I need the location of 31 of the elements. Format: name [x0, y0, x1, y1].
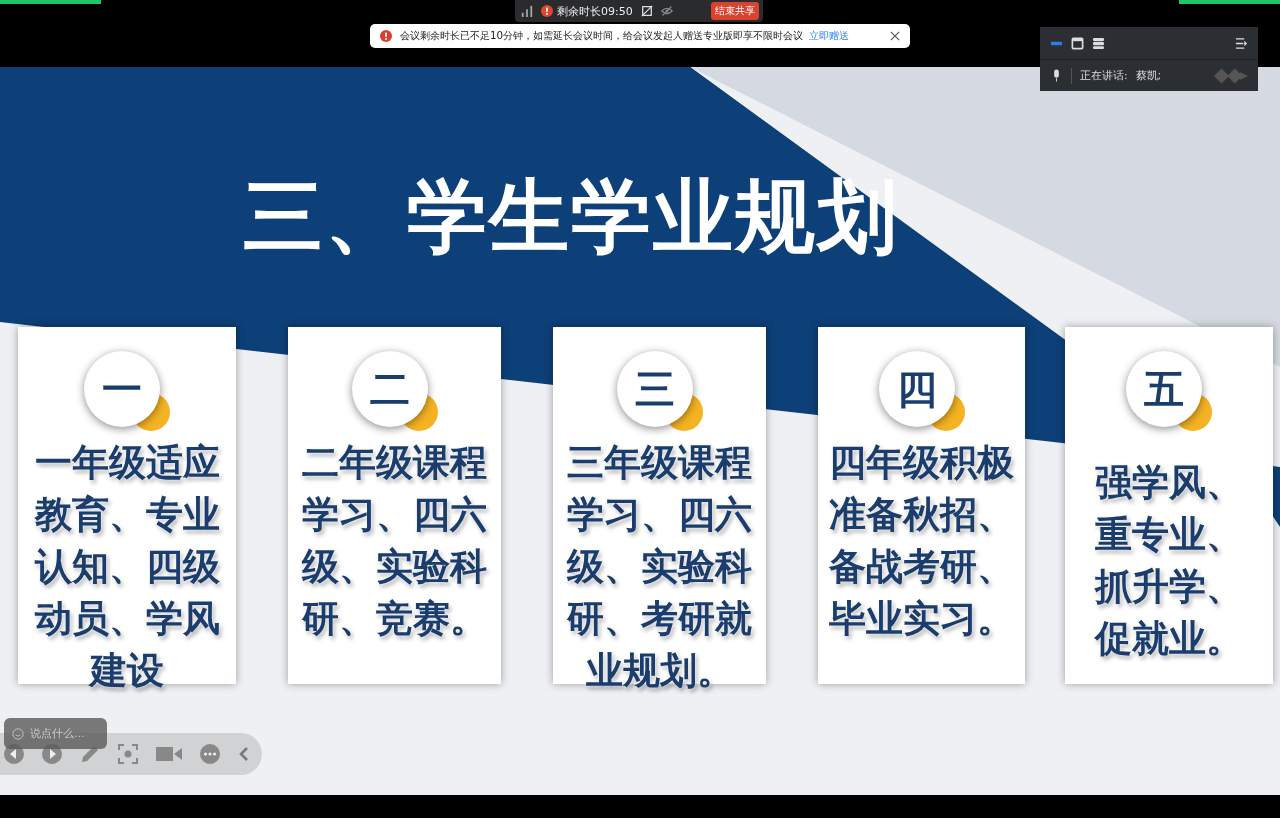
numeral-circle: 三 [616, 351, 693, 427]
numeral-circle: 四 [878, 351, 955, 427]
diamond-logo-icon [1214, 67, 1248, 84]
alert-icon [380, 30, 392, 42]
speaker-name: 蔡凯; [1135, 68, 1162, 83]
speaking-label: 正在讲话: [1080, 68, 1128, 83]
numeral-circle: 二 [351, 351, 428, 427]
slide-title: 三、学生学业规划 [243, 169, 900, 265]
card-text: 强学风、重专业、抓升学、促就业。 [1093, 460, 1244, 662]
numeral-circle: 五 [1126, 351, 1202, 427]
stop-sharing-button[interactable]: 结束共享 [711, 2, 759, 20]
smiley-icon [12, 727, 24, 740]
close-icon[interactable] [890, 31, 900, 41]
gift-link[interactable]: 立即赠送 [809, 29, 850, 43]
notice-message: 会议剩余时长已不足10分钟，如需延长会议时间，给会议发起人赠送专业版即享不限时会议 [400, 29, 804, 43]
more-icon[interactable] [200, 744, 220, 764]
hidden-eye-icon[interactable] [660, 5, 673, 17]
collapse-icon[interactable] [1235, 36, 1248, 50]
list-icon[interactable] [1092, 36, 1105, 50]
card-text: 四年级积极准备秋招、备战考研、毕业实习。 [828, 440, 1015, 642]
info-icon [541, 5, 553, 17]
chat-placeholder: 说点什么... [30, 726, 85, 741]
window-icon[interactable] [1071, 36, 1084, 50]
chevron-left-icon[interactable] [238, 747, 250, 761]
signal-icon [521, 5, 533, 17]
card-text: 一年级适应教育、专业认知、四级动员、学风建设 [33, 440, 221, 694]
numeral-circle: 一 [84, 351, 160, 427]
card-text: 二年级课程学习、四六级、实验科研、竞赛。 [300, 440, 488, 642]
remaining-time: 剩余时长09:50 [557, 3, 633, 19]
card-text: 三年级课程学习、四六级、实验科研、考研就业规划。 [565, 440, 753, 694]
chat-bubble[interactable]: 说点什么... [4, 718, 107, 749]
